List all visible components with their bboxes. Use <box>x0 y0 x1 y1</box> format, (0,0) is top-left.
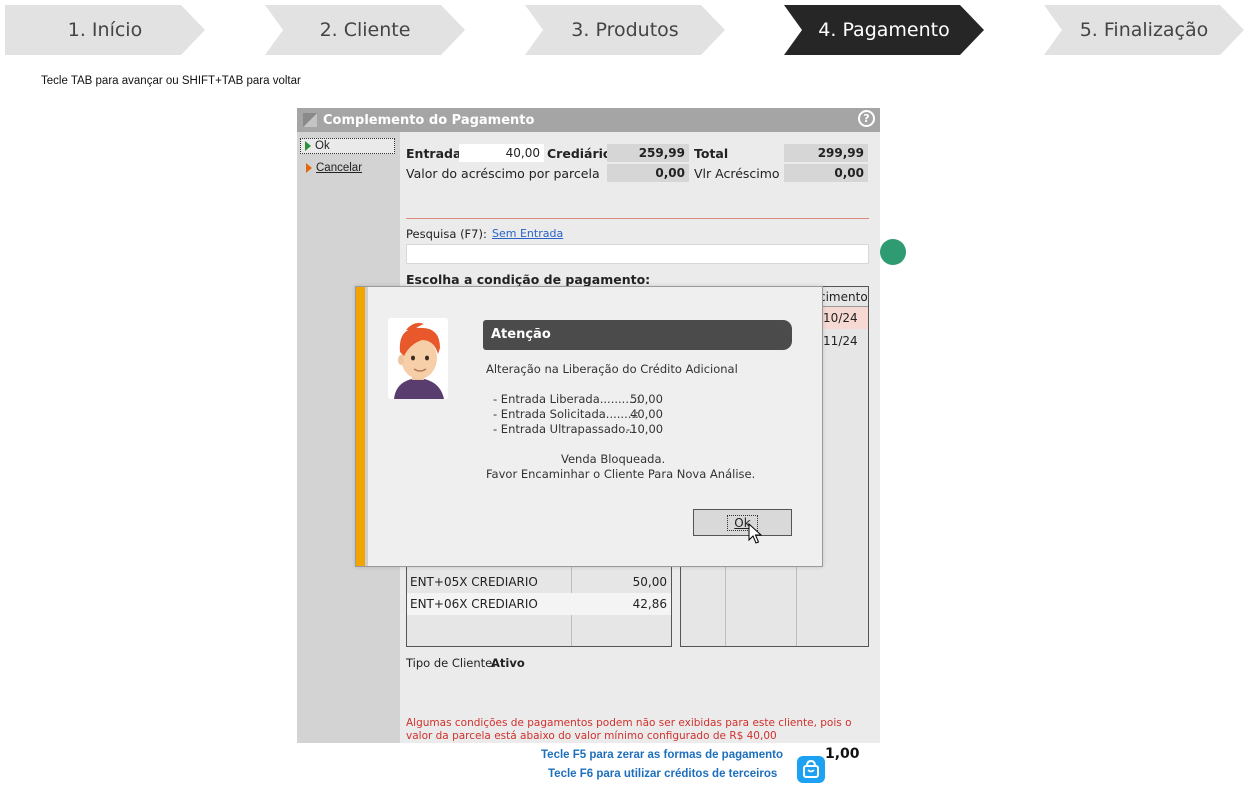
divider <box>406 218 869 219</box>
cancel-button[interactable]: Cancelar <box>300 160 395 176</box>
play-icon <box>305 141 311 151</box>
dialog-blocked-text: Venda Bloqueada. <box>561 452 666 466</box>
vlr-acrescimo-value: 0,00 <box>784 164 868 182</box>
row-name: ENT+05X CREDIARIO <box>410 575 538 589</box>
mouse-cursor-icon <box>748 523 762 544</box>
dialog-ok-button[interactable]: Ok <box>693 509 792 536</box>
avatar <box>388 318 448 399</box>
dialog-item-label: - Entrada Liberada..........: <box>493 392 641 406</box>
bag-glyph <box>803 759 819 778</box>
dialog-accent-shadow <box>365 287 368 566</box>
play-icon <box>306 163 312 173</box>
step-finalizacao[interactable]: 5. Finalização <box>1044 5 1244 55</box>
acrescimo-parcela-value: 0,00 <box>607 164 689 182</box>
f5-hint: Tecle F5 para zerar as formas de pagamen… <box>541 749 784 761</box>
total-value: 299,99 <box>784 144 868 162</box>
step-pagamento[interactable]: 4. Pagamento <box>784 5 984 55</box>
dialog-item-label: - Entrada Ultrapassado..: <box>493 422 637 436</box>
dialog-forward-text: Favor Encaminhar o Cliente Para Nova Aná… <box>486 467 756 481</box>
crediario-label: Crediário <box>547 146 612 161</box>
dialog-accent-stripe <box>356 287 365 566</box>
dialog-item-value: 40,00 <box>630 407 663 421</box>
status-indicator <box>880 239 906 265</box>
app-logo-icon <box>303 113 317 127</box>
sem-entrada-link[interactable]: Sem Entrada <box>492 227 563 240</box>
person-avatar-icon <box>388 318 448 399</box>
crediario-value: 259,99 <box>607 144 689 162</box>
row-name: ENT+06X CREDIARIO <box>410 597 538 611</box>
help-icon[interactable]: ? <box>858 110 875 127</box>
vlr-acrescimo-label: Vlr Acréscimo <box>694 166 780 181</box>
row-value: 50,00 <box>632 575 667 589</box>
ok-button[interactable]: Ok <box>300 138 395 154</box>
payment-warning: Algumas condições de pagamentos podem nã… <box>406 717 852 742</box>
due-date-cell: /10/24 <box>819 311 858 325</box>
row-value: 42,86 <box>632 597 667 611</box>
pesquisa-label: Pesquisa (F7): <box>406 227 487 241</box>
keyboard-hint: Tecle TAB para avançar ou SHIFT+TAB para… <box>41 75 301 87</box>
step-produtos[interactable]: 3. Produtos <box>525 5 725 55</box>
dialog-title: Atenção <box>483 320 792 350</box>
search-input[interactable] <box>406 244 869 264</box>
payment-condition-label: Escolha a condição de pagamento: <box>406 272 651 287</box>
table-row[interactable]: ENT+05X CREDIARIO 50,00 <box>407 571 671 593</box>
step-cliente[interactable]: 2. Cliente <box>265 5 465 55</box>
dialog-item-value: -10,00 <box>626 422 664 436</box>
table-row[interactable]: ENT+06X CREDIARIO 42,86 <box>407 593 671 615</box>
credit-amount: 1,00 <box>825 746 860 762</box>
step-inicio[interactable]: 1. Início <box>5 5 205 55</box>
window-titlebar: Complemento do Pagamento ? <box>297 108 880 132</box>
client-type-label: Tipo de Cliente: <box>406 656 497 670</box>
f6-hint: Tecle F6 para utilizar créditos de terce… <box>548 768 778 780</box>
dialog-message: Alteração na Liberação do Crédito Adicio… <box>486 362 738 376</box>
dialog-item-label: - Entrada Solicitada........: <box>493 407 639 421</box>
acrescimo-parcela-label: Valor do acréscimo por parcela <box>406 166 600 181</box>
attention-dialog: Atenção Alteração na Liberação do Crédit… <box>355 286 823 567</box>
total-label: Total <box>694 146 729 161</box>
window-title: Complemento do Pagamento <box>323 112 535 128</box>
cancel-button-label: Cancelar <box>316 162 363 174</box>
shopping-bag-icon[interactable] <box>797 756 825 783</box>
entrada-input[interactable]: 40,00 <box>459 144 544 162</box>
due-date-cell: /11/24 <box>819 334 858 348</box>
client-type-value: Ativo <box>491 656 525 670</box>
entrada-label: Entrada <box>406 146 462 161</box>
ok-button-label: Ok <box>315 140 330 152</box>
dialog-item-value: 50,00 <box>630 392 663 406</box>
